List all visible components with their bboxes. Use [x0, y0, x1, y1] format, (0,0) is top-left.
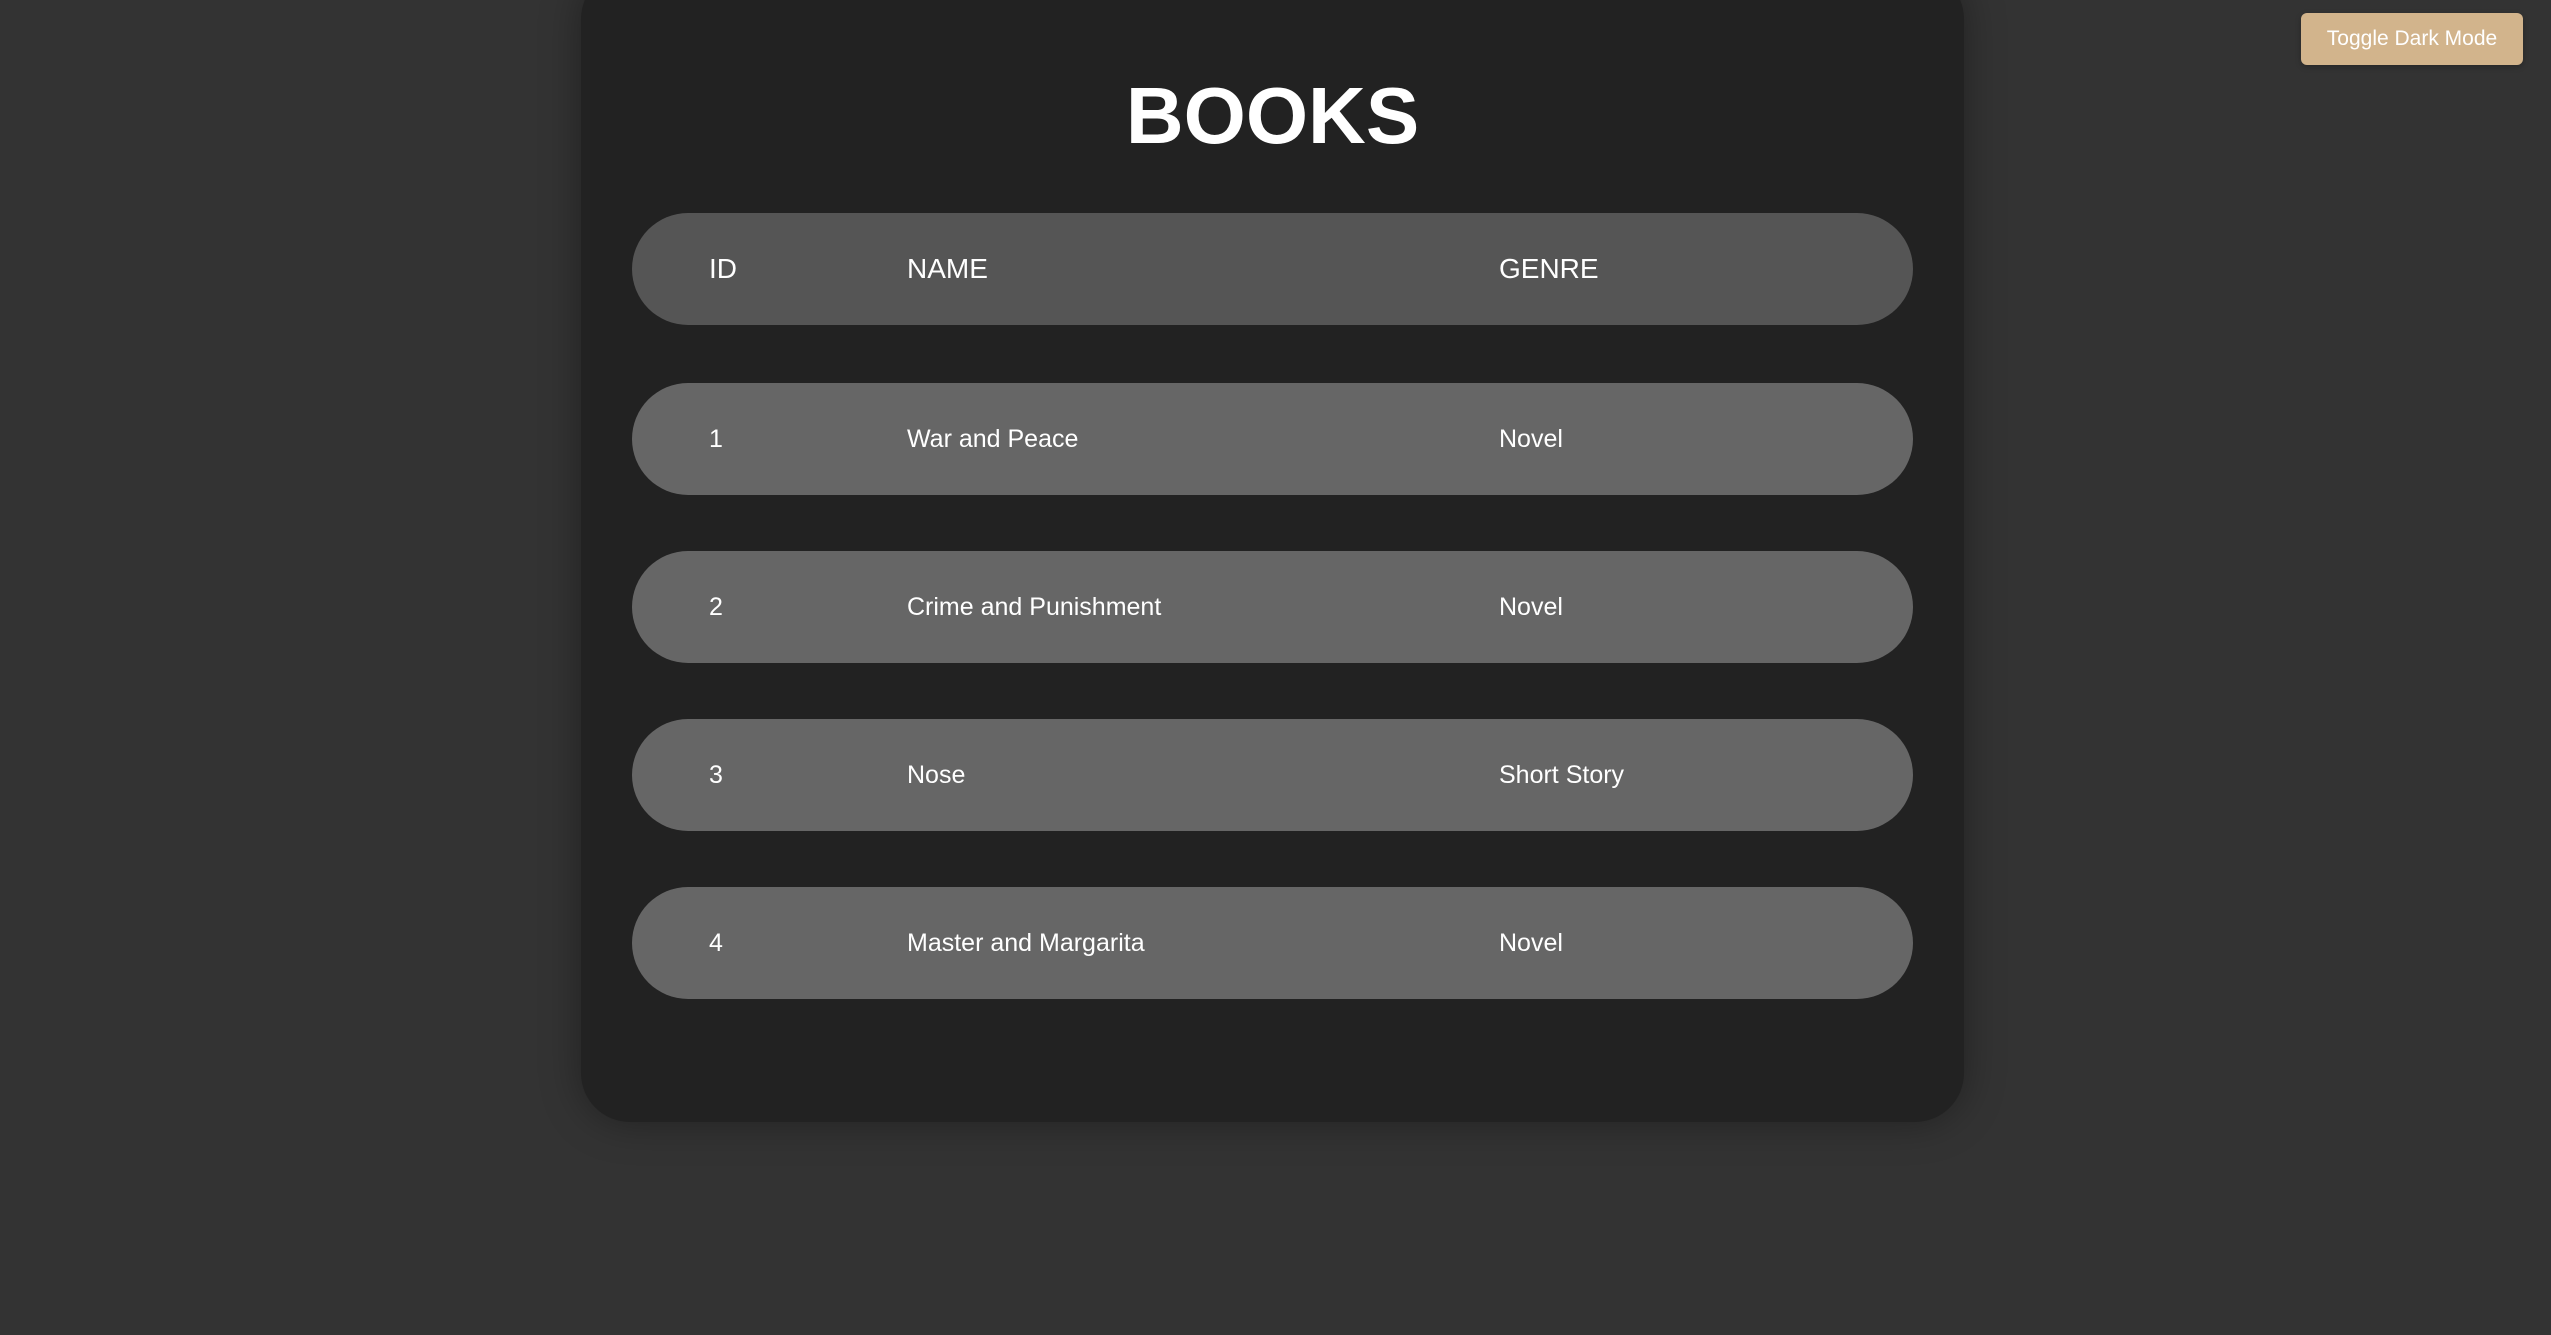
cell-genre: Novel: [1499, 929, 1563, 957]
cell-name: War and Peace: [907, 425, 1079, 453]
column-header-name: NAME: [907, 253, 988, 284]
cell-id: 2: [709, 593, 723, 621]
books-card: BOOKS ID NAME GENRE 1 War and Peace Nove…: [581, 0, 1964, 1122]
cell-id: 4: [709, 929, 723, 957]
cell-genre: Novel: [1499, 425, 1563, 453]
cell-name: Master and Margarita: [907, 929, 1145, 957]
toggle-dark-mode-button[interactable]: Toggle Dark Mode: [2301, 13, 2523, 65]
cell-genre: Short Story: [1499, 761, 1625, 789]
page-title: BOOKS: [1125, 71, 1420, 160]
column-header-id: ID: [709, 253, 737, 284]
table-row: 2 Crime and Punishment Novel: [632, 551, 1913, 663]
cell-id: 3: [709, 761, 723, 789]
cell-name: Nose: [907, 761, 966, 789]
column-header-genre: GENRE: [1499, 253, 1599, 284]
cell-id: 1: [709, 425, 723, 453]
table-row: 3 Nose Short Story: [632, 719, 1913, 831]
table-row: 4 Master and Margarita Novel: [632, 887, 1913, 999]
table-row: 1 War and Peace Novel: [632, 383, 1913, 495]
cell-name: Crime and Punishment: [907, 593, 1162, 621]
table-header-row: ID NAME GENRE: [632, 213, 1913, 325]
cell-genre: Novel: [1499, 593, 1563, 621]
